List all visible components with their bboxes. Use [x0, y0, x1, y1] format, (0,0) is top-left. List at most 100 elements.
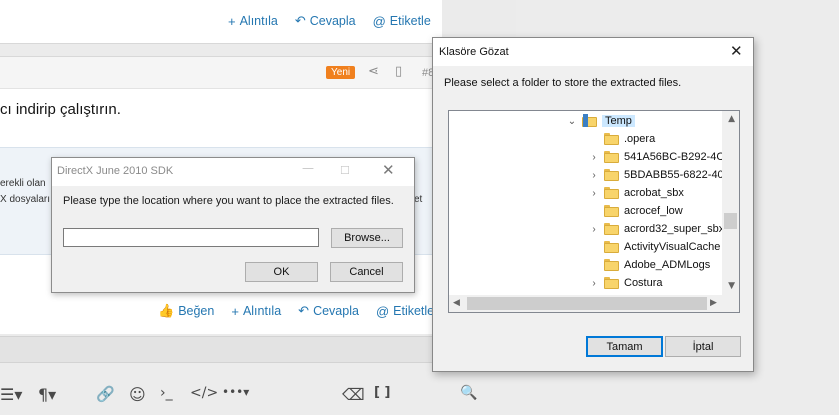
tree-item-label: Costura — [624, 277, 663, 289]
folder-open-icon — [582, 114, 597, 127]
quote-text: erekli olan — [0, 178, 46, 189]
mention-button[interactable]: @ Etiketle — [376, 304, 434, 319]
close-icon[interactable]: ✕ — [382, 161, 395, 179]
reply-icon: ↶ — [294, 13, 306, 28]
like-button[interactable]: 👍 Beğen — [158, 303, 214, 319]
tree-item-label: acrocef_low — [624, 205, 683, 217]
tree-item-temp[interactable]: ⌄ Temp — [566, 112, 635, 130]
maximize-icon: ☐ — [340, 164, 350, 177]
tree-item-label: 541A56BC-B292-4C — [624, 151, 725, 163]
folder-icon — [604, 169, 619, 181]
at-icon: @ — [375, 303, 390, 319]
html-icon[interactable]: </> — [190, 385, 218, 401]
scroll-right-icon[interactable]: ▶ — [710, 298, 717, 308]
eraser-icon[interactable]: ⌫ — [342, 385, 365, 404]
tree-item[interactable]: acrocef_low — [588, 202, 683, 220]
scroll-down-icon[interactable]: ▼ — [728, 281, 735, 291]
post-body-text: cı indirip çalıştırın. — [0, 101, 121, 118]
post-actions-top: + Alıntıla ↶ Cevapla @ Etiketle — [228, 13, 431, 29]
like-icon: 👍 — [158, 303, 175, 318]
tree-item-label: acrord32_super_sbx — [624, 223, 725, 235]
cancel-button[interactable]: Cancel — [330, 262, 403, 282]
plus-icon: + — [228, 13, 236, 29]
dialog-titlebar[interactable]: Klasöre Gözat ✕ — [433, 38, 753, 66]
browse-button[interactable]: Browse... — [331, 228, 403, 248]
plus-icon: + — [231, 303, 239, 319]
reply-label: Cevapla — [313, 304, 359, 318]
vertical-scrollbar[interactable]: ▲ ▼ — [722, 111, 739, 295]
scrollbar-thumb[interactable] — [724, 213, 737, 229]
tree-item-label: 5BDABB55-6822-408 — [624, 169, 730, 181]
previous-post-footer: + Alıntıla ↶ Cevapla @ Etiketle — [0, 0, 442, 44]
smiley-icon[interactable]: ☺ — [129, 385, 146, 404]
tree-item-label: Adobe_ADMLogs — [624, 259, 711, 271]
tree-item-label: Temp — [602, 115, 635, 127]
cancel-button[interactable]: İptal — [665, 336, 741, 357]
tree-item[interactable]: .opera — [588, 130, 655, 148]
ok-button[interactable]: Tamam — [586, 336, 663, 357]
reply-button[interactable]: ↶ Cevapla — [298, 303, 359, 319]
quote-label: Alıntıla — [242, 304, 282, 318]
list-icon[interactable]: ☰▾ — [0, 385, 22, 404]
link-icon[interactable]: 🔗 — [96, 385, 115, 403]
mention-label: Etiketle — [393, 304, 435, 318]
scrollbar-corner — [722, 295, 739, 312]
ok-button[interactable]: OK — [245, 262, 318, 282]
dialog-prompt: Please select a folder to store the extr… — [444, 77, 682, 89]
minimize-icon: — — [302, 161, 314, 175]
folder-icon — [604, 223, 619, 235]
tree-item[interactable]: › acrord32_super_sbx — [588, 220, 724, 238]
tree-item-label: ActivityVisualCache — [624, 241, 721, 253]
mention-button[interactable]: @ Etiketle — [373, 14, 431, 29]
folder-icon — [604, 205, 619, 217]
extract-path-input[interactable] — [63, 228, 319, 247]
folder-tree[interactable]: ⌄ Temp .opera › 541A56BC-B292-4C › 5BDAB… — [448, 110, 740, 313]
reply-button[interactable]: ↶ Cevapla — [295, 13, 356, 29]
dialog-title: Klasöre Gözat — [439, 46, 509, 58]
new-badge: Yeni — [326, 66, 356, 79]
folder-icon — [604, 277, 619, 289]
share-icon[interactable]: ⋖ — [368, 64, 379, 79]
preview-icon[interactable]: 🔍 — [460, 385, 477, 401]
folder-icon — [604, 241, 619, 253]
tree-item[interactable]: Adobe_ADMLogs — [588, 256, 710, 274]
more-options-icon[interactable]: •••▾ — [222, 385, 249, 399]
tree-item[interactable]: › 541A56BC-B292-4C — [588, 148, 724, 166]
post-header: Yeni ⋖ ▯ #8 — [0, 57, 442, 89]
quote-label: Alıntıla — [239, 14, 278, 28]
dialog-titlebar[interactable]: DirectX June 2010 SDK — ☐ ✕ — [52, 158, 414, 186]
bookmark-icon[interactable]: ▯ — [395, 64, 402, 79]
dialog-title: DirectX June 2010 SDK — [57, 165, 174, 177]
tree-item[interactable]: › 5BDABB55-6822-408 — [588, 166, 730, 184]
tree-item[interactable]: ActivityVisualCache — [588, 238, 720, 256]
directx-extract-dialog: DirectX June 2010 SDK — ☐ ✕ Please type … — [51, 157, 415, 293]
at-icon: @ — [372, 13, 386, 29]
quote-button[interactable]: + Alıntıla — [231, 304, 281, 319]
paragraph-icon[interactable]: ¶▾ — [38, 385, 56, 404]
quote-text: X dosyaları — [0, 194, 51, 205]
brackets-icon[interactable]: [ ] — [374, 385, 390, 400]
scrollbar-thumb[interactable] — [467, 297, 707, 310]
folder-icon — [604, 151, 619, 163]
folder-icon — [604, 187, 619, 199]
quote-button[interactable]: + Alıntıla — [228, 14, 278, 29]
reply-icon: ↶ — [298, 303, 310, 318]
tree-item[interactable]: › Costura — [588, 274, 663, 292]
chevron-right-icon[interactable]: › — [588, 170, 600, 181]
chevron-right-icon[interactable]: › — [588, 152, 600, 163]
browse-folder-dialog: Klasöre Gözat ✕ Please select a folder t… — [432, 37, 754, 372]
close-icon[interactable]: ✕ — [730, 42, 743, 60]
code-icon[interactable]: ›_ — [160, 385, 173, 401]
folder-icon — [604, 133, 619, 145]
chevron-down-icon[interactable]: ⌄ — [566, 116, 578, 127]
dialog-prompt: Please type the location where you want … — [63, 195, 394, 207]
scroll-up-icon[interactable]: ▲ — [728, 114, 735, 124]
tree-item[interactable]: › acrobat_sbx — [588, 184, 684, 202]
chevron-right-icon[interactable]: › — [588, 224, 600, 235]
chevron-right-icon[interactable]: › — [588, 278, 600, 289]
quote-text: et — [414, 194, 423, 205]
scroll-left-icon[interactable]: ◀ — [453, 298, 460, 308]
post-actions-bottom: 👍 Beğen + Alıntıla ↶ Cevapla @ Etiketle — [158, 303, 434, 319]
chevron-right-icon[interactable]: › — [588, 188, 600, 199]
horizontal-scrollbar[interactable]: ◀ ▶ — [449, 295, 724, 312]
